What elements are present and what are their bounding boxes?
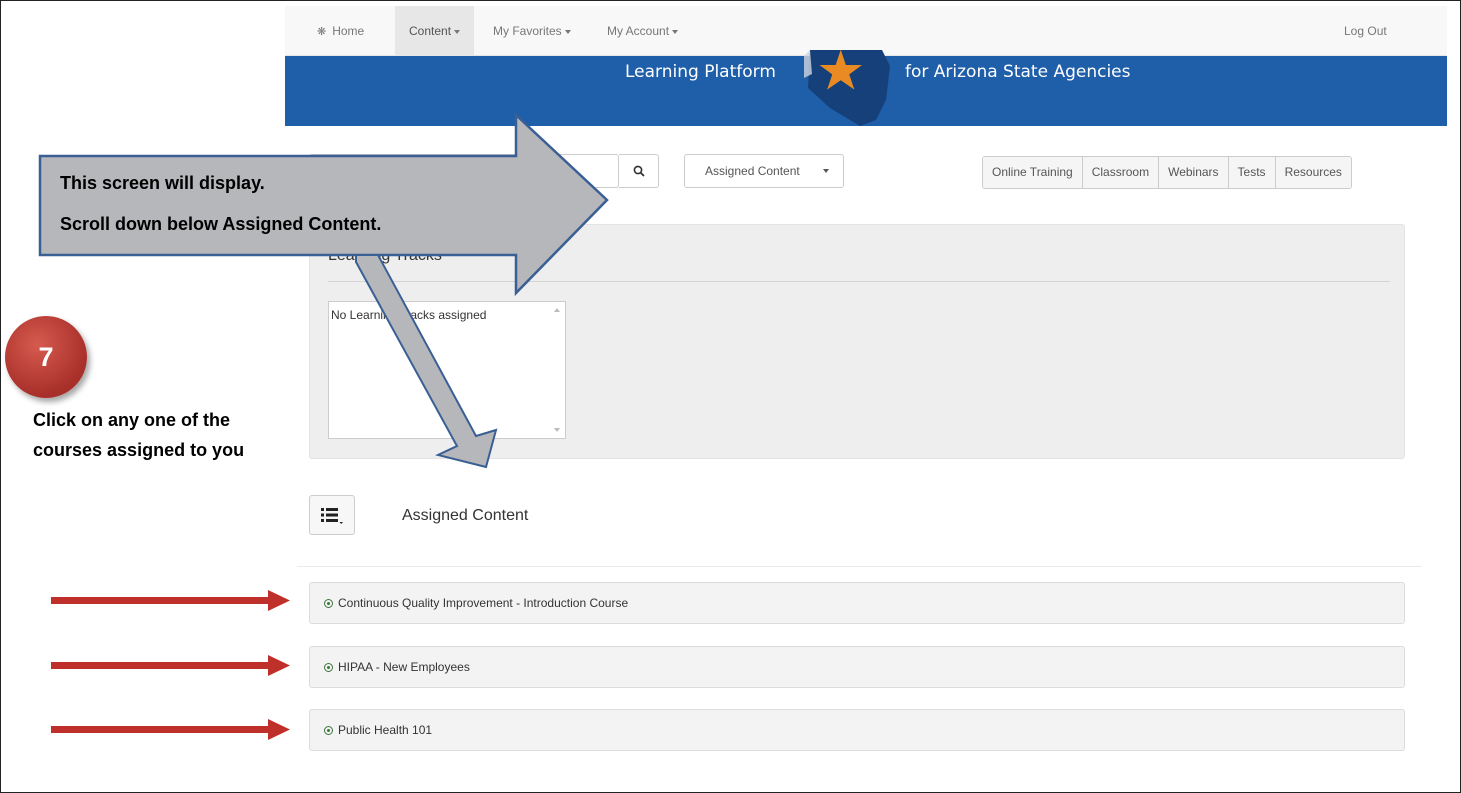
course-title: Public Health 101 xyxy=(338,723,433,737)
learning-tracks-list[interactable]: No Learning Tracks assigned xyxy=(328,301,566,439)
nav-account[interactable]: My Account xyxy=(593,6,692,56)
caret-down-icon xyxy=(564,29,571,34)
content-type-filters: Online Training Classroom Webinars Tests… xyxy=(982,156,1352,189)
nav-account-label: My Account xyxy=(607,24,670,38)
select-value: Assigned Content xyxy=(705,164,800,178)
status-dot-icon xyxy=(324,599,333,608)
course-item[interactable]: Public Health 101 xyxy=(309,709,1405,751)
learning-tracks-title: Learning Tracks xyxy=(328,247,442,264)
assigned-content-title: Assigned Content xyxy=(402,507,529,524)
course-title: HIPAA - New Employees xyxy=(338,660,470,674)
banner-title-right: for Arizona State Agencies xyxy=(905,62,1131,82)
caret-down-icon xyxy=(454,29,461,34)
status-dot-icon xyxy=(324,663,333,672)
search-input[interactable] xyxy=(309,154,619,188)
content-filter-select[interactable]: Assigned Content xyxy=(684,154,844,188)
header-banner: Learning Platform for Arizona State Agen… xyxy=(285,49,1447,126)
divider xyxy=(297,566,1422,567)
list-icon xyxy=(321,508,343,524)
filter-tests[interactable]: Tests xyxy=(1228,157,1276,188)
scroll-down-icon xyxy=(554,428,560,432)
logout-link[interactable]: Log Out xyxy=(1330,6,1401,56)
nav-content-label: Content xyxy=(409,24,452,38)
search-icon xyxy=(633,165,645,177)
course-item[interactable]: HIPAA - New Employees xyxy=(309,646,1405,688)
logout-label: Log Out xyxy=(1344,24,1387,38)
arizona-star-logo xyxy=(804,49,890,126)
app-window: ❋ Home Content My Favorites My Account Lo… xyxy=(285,6,1447,791)
scrollbar[interactable] xyxy=(549,302,565,438)
course-title: Continuous Quality Improvement - Introdu… xyxy=(338,596,629,610)
nav-favorites[interactable]: My Favorites xyxy=(479,6,585,56)
chevron-down-icon xyxy=(823,169,829,173)
learning-tracks-empty-text: No Learning Tracks assigned xyxy=(331,308,487,322)
status-dot-icon xyxy=(324,726,333,735)
scroll-up-icon xyxy=(554,308,560,312)
list-view-button[interactable] xyxy=(309,495,355,535)
divider xyxy=(328,281,1390,282)
caret-down-icon xyxy=(672,29,679,34)
filter-resources[interactable]: Resources xyxy=(1275,157,1351,188)
learning-tracks-panel: Learning Tracks No Learning Tracks assig… xyxy=(309,224,1405,459)
filter-online-training[interactable]: Online Training xyxy=(983,157,1083,188)
home-icon: ❋ xyxy=(317,26,327,38)
filter-classroom[interactable]: Classroom xyxy=(1082,157,1160,188)
nav-home-label: Home xyxy=(332,24,365,38)
nav-content[interactable]: Content xyxy=(395,6,475,56)
search-button[interactable] xyxy=(619,154,659,188)
banner-title-left: Learning Platform xyxy=(625,62,776,82)
course-item[interactable]: Continuous Quality Improvement - Introdu… xyxy=(309,582,1405,624)
nav-home[interactable]: ❋ Home xyxy=(303,6,378,56)
nav-favorites-label: My Favorites xyxy=(493,24,562,38)
filter-webinars[interactable]: Webinars xyxy=(1159,157,1229,188)
